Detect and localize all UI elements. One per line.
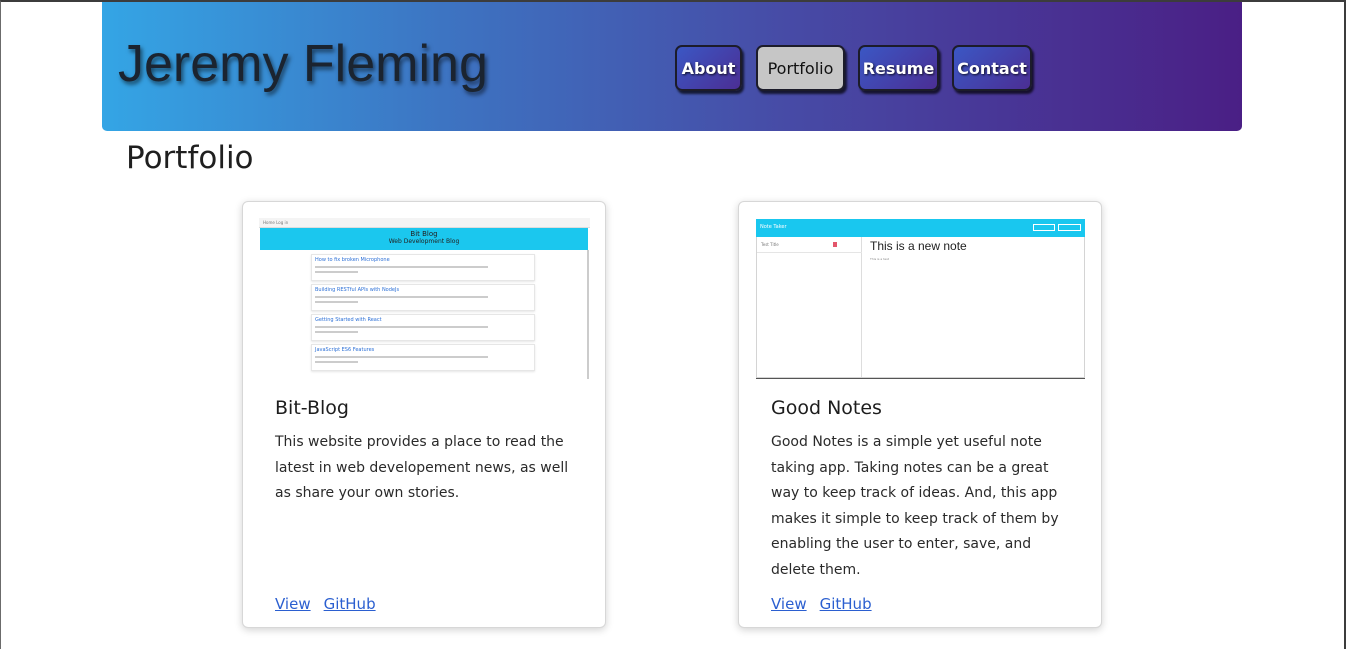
thumbnail-post-line [315, 331, 359, 333]
thumbnail-new-icon [1058, 224, 1081, 231]
thumbnail-note-title: This is a new note [870, 239, 967, 253]
thumbnail-post-line [315, 271, 359, 273]
thumbnail-post-line [315, 326, 488, 328]
thumbnail-save-icon [1033, 224, 1055, 231]
thumbnail-post-line [315, 296, 488, 298]
nav-about-button[interactable]: About [675, 45, 742, 91]
thumbnail-post-title: Building RESTful APIs with NodeJs [315, 287, 400, 293]
thumbnail-note-list: Test Title [757, 237, 862, 377]
project-description: Good Notes is a simple yet useful note t… [771, 434, 1059, 578]
nav-resume-button[interactable]: Resume [858, 45, 939, 91]
thumbnail-app-body: Test Title This is a new note This is a … [756, 237, 1085, 378]
site-name: Jeremy Fleming [118, 35, 488, 93]
project-card-good-notes: Note Taker Test Title This is a new note… [738, 201, 1102, 628]
thumbnail-banner: Bit Blog Web Development Blog [260, 228, 588, 250]
thumbnail-post: JavaScript ES6 Features [311, 344, 535, 371]
thumbnail-banner-subtitle: Web Development Blog [388, 238, 460, 245]
view-link[interactable]: View [771, 595, 807, 613]
thumbnail-note-text: This is a test [870, 257, 889, 261]
thumbnail-post-line [315, 301, 359, 303]
thumbnail-post: Building RESTful APIs with NodeJs [311, 284, 535, 311]
project-links: View GitHub [771, 595, 885, 613]
project-title: Good Notes [771, 397, 882, 419]
thumbnail-post-title: How to fix broken Microphone [315, 257, 390, 263]
project-thumbnail-bit-blog[interactable]: Home Log in Bit Blog Web Development Blo… [259, 218, 590, 379]
site-header: Jeremy Fleming About Portfolio Resume Co… [102, 2, 1242, 131]
project-card-bit-blog: Home Log in Bit Blog Web Development Blo… [242, 201, 606, 628]
thumbnail-app-name: Note Taker [760, 224, 787, 230]
project-thumbnail-good-notes[interactable]: Note Taker Test Title This is a new note… [755, 218, 1086, 379]
view-link[interactable]: View [275, 595, 311, 613]
thumbnail-post-title: Getting Started with React [315, 317, 382, 323]
project-links: View GitHub [275, 595, 389, 613]
thumbnail-app-bar: Note Taker [756, 219, 1085, 237]
thumbnail-post: Getting Started with React [311, 314, 535, 341]
thumbnail-banner-title: Bit Blog [410, 230, 438, 238]
project-description: This website provides a place to read th… [275, 434, 569, 501]
thumbnail-scrollbar [587, 250, 589, 379]
page-title: Portfolio [126, 140, 254, 176]
nav-contact-button[interactable]: Contact [952, 45, 1032, 91]
thumbnail-post-line [315, 361, 359, 363]
thumbnail-post-line [315, 356, 488, 358]
thumbnail-post-title: JavaScript ES6 Features [315, 347, 375, 353]
github-link[interactable]: GitHub [324, 595, 376, 613]
github-link[interactable]: GitHub [820, 595, 872, 613]
nav-portfolio-button[interactable]: Portfolio [756, 45, 845, 91]
thumbnail-note-list-item: Test Title [757, 237, 862, 253]
project-title: Bit-Blog [275, 397, 349, 419]
thumbnail-post-line [315, 266, 488, 268]
thumbnail-divider [756, 378, 1085, 379]
trash-icon [833, 242, 837, 247]
thumbnail-post: How to fix broken Microphone [311, 254, 535, 281]
thumbnail-topbar: Home Log in [259, 218, 590, 228]
